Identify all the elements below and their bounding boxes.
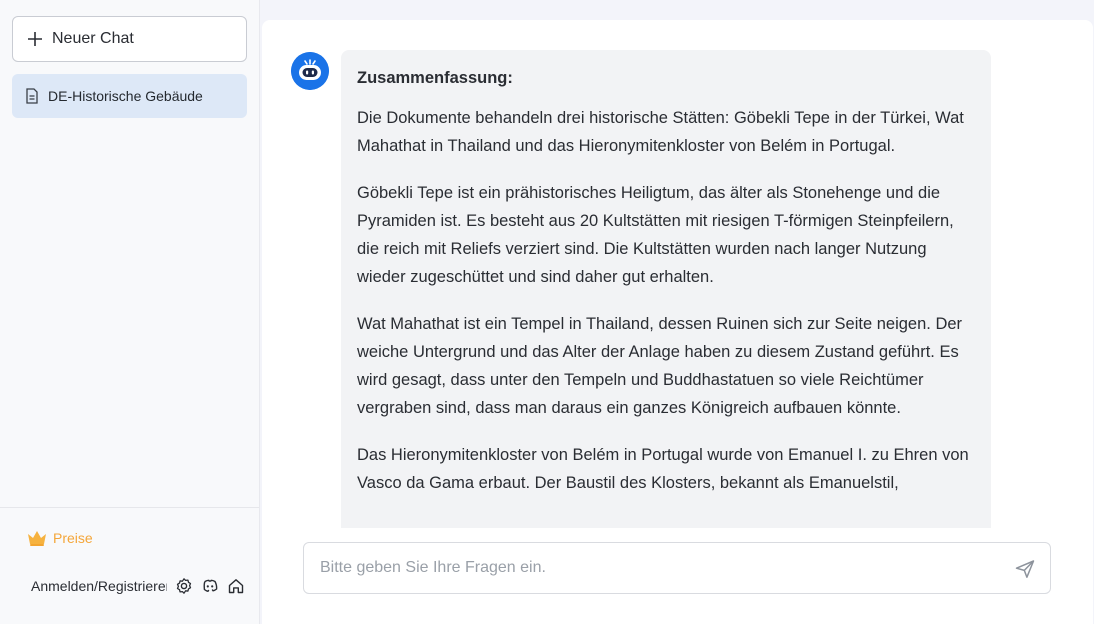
sidebar-divider: [0, 507, 259, 508]
chat-input-container: [303, 542, 1051, 594]
question-input[interactable]: [320, 553, 1000, 583]
message-paragraph: Das Hieronymitenkloster von Belém in Por…: [357, 446, 969, 492]
send-icon[interactable]: [1014, 558, 1036, 580]
robot-avatar-icon: [291, 52, 329, 90]
assistant-message: Zusammenfassung: Die Dokumente behandeln…: [341, 50, 991, 528]
message-heading: Zusammenfassung:: [357, 69, 513, 87]
new-chat-button[interactable]: Neuer Chat: [12, 16, 247, 62]
home-icon[interactable]: [227, 577, 245, 595]
chat-item-label: DE-Historische Gebäude: [48, 88, 203, 104]
message-paragraph: Die Dokumente behandeln drei historische…: [357, 109, 964, 155]
chat-item-de-historische-gebaeude[interactable]: DE-Historische Gebäude: [12, 74, 247, 118]
message-paragraph: Göbekli Tepe ist ein prähistorisches Hei…: [357, 184, 954, 286]
document-icon: [26, 88, 38, 104]
settings-icon[interactable]: [175, 577, 193, 595]
sidebar: Neuer Chat DE-Historische Gebäude Preise…: [0, 0, 260, 624]
discord-icon[interactable]: [201, 577, 219, 595]
account-footer: Anmelden/Registrieren: [31, 576, 246, 596]
message-paragraph: Wat Mahathat ist ein Tempel in Thailand,…: [357, 315, 963, 417]
login-register-link[interactable]: Anmelden/Registrieren: [31, 578, 167, 594]
pricing-label: Preise: [53, 530, 93, 546]
pricing-link[interactable]: Preise: [26, 527, 93, 549]
plus-icon: [28, 32, 42, 46]
new-chat-label: Neuer Chat: [52, 30, 134, 47]
crown-icon: [28, 531, 46, 546]
